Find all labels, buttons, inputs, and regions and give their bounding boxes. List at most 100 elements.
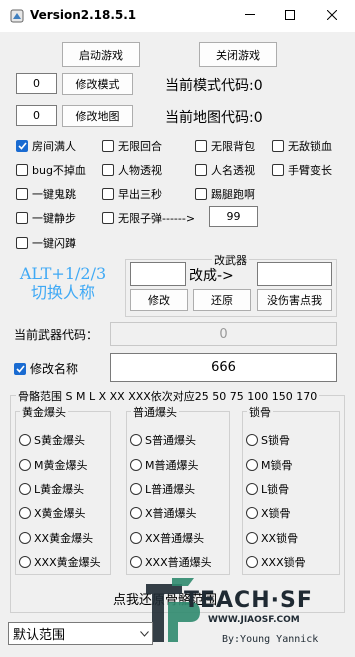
radio-collar-s-circle[interactable] [246, 434, 258, 446]
checkbox-infinite-rounds-box[interactable] [102, 140, 114, 152]
checkbox-full-room-box[interactable] [16, 140, 28, 152]
checkbox-flash-crouch[interactable]: 一键闪蹲 [16, 235, 76, 251]
ammo-input[interactable]: 99 [209, 206, 258, 227]
map-status: 当前地图代码:0 [165, 110, 263, 126]
weapon-to-input[interactable] [257, 262, 332, 286]
radio-normal-x-circle[interactable] [130, 507, 142, 519]
no-damage-button[interactable]: 没伤害点我 [257, 289, 332, 311]
range-select[interactable]: 默认范围 [8, 622, 153, 645]
checkbox-early-start[interactable]: 早出三秒 [102, 186, 162, 202]
checkbox-long-arm[interactable]: 手臂变长 [272, 162, 332, 178]
radio-golden-m-label: M黄金爆头 [34, 459, 88, 472]
title-bar[interactable]: Version2.18.5.1 [0, 0, 355, 32]
checkbox-bug-no-damage-box[interactable] [16, 164, 28, 176]
checkbox-early-start-box[interactable] [102, 188, 114, 200]
checkbox-infinite-rounds[interactable]: 无限回合 [102, 138, 162, 154]
maximize-button[interactable] [278, 4, 302, 26]
radio-golden-m[interactable]: M黄金爆头 [19, 457, 88, 473]
logo-author: By:Young Yannick [222, 634, 319, 645]
radio-collar-m-label: M锁骨 [261, 459, 293, 472]
current-weapon-label: 当前武器代码： [14, 328, 99, 342]
radio-collar-m-circle[interactable] [246, 459, 258, 471]
weapon-modify-button[interactable]: 修改 [130, 289, 188, 311]
checkbox-player-esp[interactable]: 人物透视 [102, 162, 162, 178]
checkbox-player-esp-box[interactable] [102, 164, 114, 176]
checkbox-kick-run[interactable]: 踢腿跑啊 [195, 186, 255, 202]
radio-collar-l-circle[interactable] [246, 483, 258, 495]
radio-golden-xxx[interactable]: XXX黄金爆头 [19, 554, 101, 570]
app-icon [10, 9, 24, 23]
checkbox-infinite-backpack[interactable]: 无限背包 [195, 138, 255, 154]
radio-normal-xxx-circle[interactable] [130, 556, 142, 568]
checkbox-bug-no-damage[interactable]: bug不掉血 [16, 162, 86, 178]
close-button[interactable] [320, 4, 344, 26]
modify-mode-button[interactable]: 修改模式 [62, 73, 133, 95]
hotkey-hint-line1: ALT+1/2/3 [19, 264, 107, 283]
radio-normal-xx[interactable]: XX普通爆头 [130, 530, 204, 546]
radio-normal-m-circle[interactable] [130, 459, 142, 471]
radio-collar-xx-circle[interactable] [246, 532, 258, 544]
radio-normal-s-circle[interactable] [130, 434, 142, 446]
checkbox-god-mode[interactable]: 无敌锁血 [272, 138, 332, 154]
weapon-restore-button[interactable]: 还原 [193, 289, 251, 311]
radio-normal-xx-circle[interactable] [130, 532, 142, 544]
radio-golden-l-circle[interactable] [19, 483, 31, 495]
weapon-from-input[interactable] [130, 262, 186, 286]
checkbox-infinite-ammo-box[interactable] [102, 212, 114, 224]
checkbox-flash-crouch-box[interactable] [16, 237, 28, 249]
radio-normal-x[interactable]: X普通爆头 [130, 505, 197, 521]
checkbox-name-esp[interactable]: 人名透视 [195, 162, 255, 178]
mode-input[interactable]: 0 [16, 73, 57, 94]
radio-collar-m[interactable]: M锁骨 [246, 457, 293, 473]
radio-normal-xx-label: XX普通爆头 [145, 532, 205, 545]
radio-golden-l[interactable]: L黄金爆头 [19, 481, 84, 497]
radio-golden-s-label: S黄金爆头 [34, 434, 85, 447]
radio-golden-xx[interactable]: XX黄金爆头 [19, 530, 93, 546]
radio-normal-m[interactable]: M普通爆头 [130, 457, 199, 473]
map-input[interactable]: 0 [16, 105, 57, 126]
radio-golden-s[interactable]: S黄金爆头 [19, 432, 85, 448]
modify-map-button[interactable]: 修改地图 [62, 105, 133, 127]
checkbox-infinite-backpack-box[interactable] [195, 140, 207, 152]
checkbox-flash-crouch-label: 一键闪蹲 [32, 237, 76, 250]
radio-collar-xx[interactable]: XX锁骨 [246, 530, 298, 546]
radio-golden-x[interactable]: X黄金爆头 [19, 505, 86, 521]
radio-collar-l[interactable]: L锁骨 [246, 481, 289, 497]
checkbox-ghost-jump[interactable]: 一键鬼跳 [16, 186, 76, 202]
radio-golden-m-circle[interactable] [19, 459, 31, 471]
radio-normal-l[interactable]: L普通爆头 [130, 481, 195, 497]
stop-game-button[interactable]: 关闭游戏 [199, 42, 277, 67]
radio-collar-x[interactable]: X锁骨 [246, 505, 291, 521]
checkbox-rename[interactable]: 修改名称 [14, 360, 78, 377]
checkbox-god-mode-box[interactable] [272, 140, 284, 152]
checkbox-infinite-ammo[interactable]: 无限子弹------> [102, 210, 195, 226]
radio-collar-l-label: L锁骨 [261, 483, 290, 496]
checkbox-silent-step-box[interactable] [16, 212, 28, 224]
checkbox-name-esp-box[interactable] [195, 164, 207, 176]
checkbox-rename-box[interactable] [14, 362, 26, 375]
chevron-down-icon[interactable] [136, 630, 152, 637]
radio-collar-s[interactable]: S锁骨 [246, 432, 290, 448]
radio-normal-l-circle[interactable] [130, 483, 142, 495]
radio-golden-xx-circle[interactable] [19, 532, 31, 544]
checkbox-kick-run-box[interactable] [195, 188, 207, 200]
radio-golden-xx-label: XX黄金爆头 [34, 532, 94, 545]
radio-collar-x-circle[interactable] [246, 507, 258, 519]
normal-headshot-title: 普通爆头 [131, 404, 179, 420]
radio-golden-xxx-circle[interactable] [19, 556, 31, 568]
radio-golden-s-circle[interactable] [19, 434, 31, 446]
radio-normal-xxx[interactable]: XXX普通爆头 [130, 554, 212, 570]
rename-input[interactable]: 666 [110, 353, 337, 382]
checkbox-silent-step[interactable]: 一键静步 [16, 210, 76, 226]
checkbox-ghost-jump-box[interactable] [16, 188, 28, 200]
radio-collar-xxx[interactable]: XXX锁骨 [246, 554, 306, 570]
checkbox-full-room[interactable]: 房间满人 [16, 138, 76, 154]
checkbox-player-esp-label: 人物透视 [118, 164, 162, 177]
radio-golden-x-circle[interactable] [19, 507, 31, 519]
hotkey-hint: ALT+1/2/3 切换人称 [8, 264, 118, 302]
checkbox-long-arm-box[interactable] [272, 164, 284, 176]
radio-collar-xxx-circle[interactable] [246, 556, 258, 568]
radio-normal-s[interactable]: S普通爆头 [130, 432, 196, 448]
start-game-button[interactable]: 启动游戏 [62, 42, 140, 67]
minimize-button[interactable] [238, 4, 262, 26]
